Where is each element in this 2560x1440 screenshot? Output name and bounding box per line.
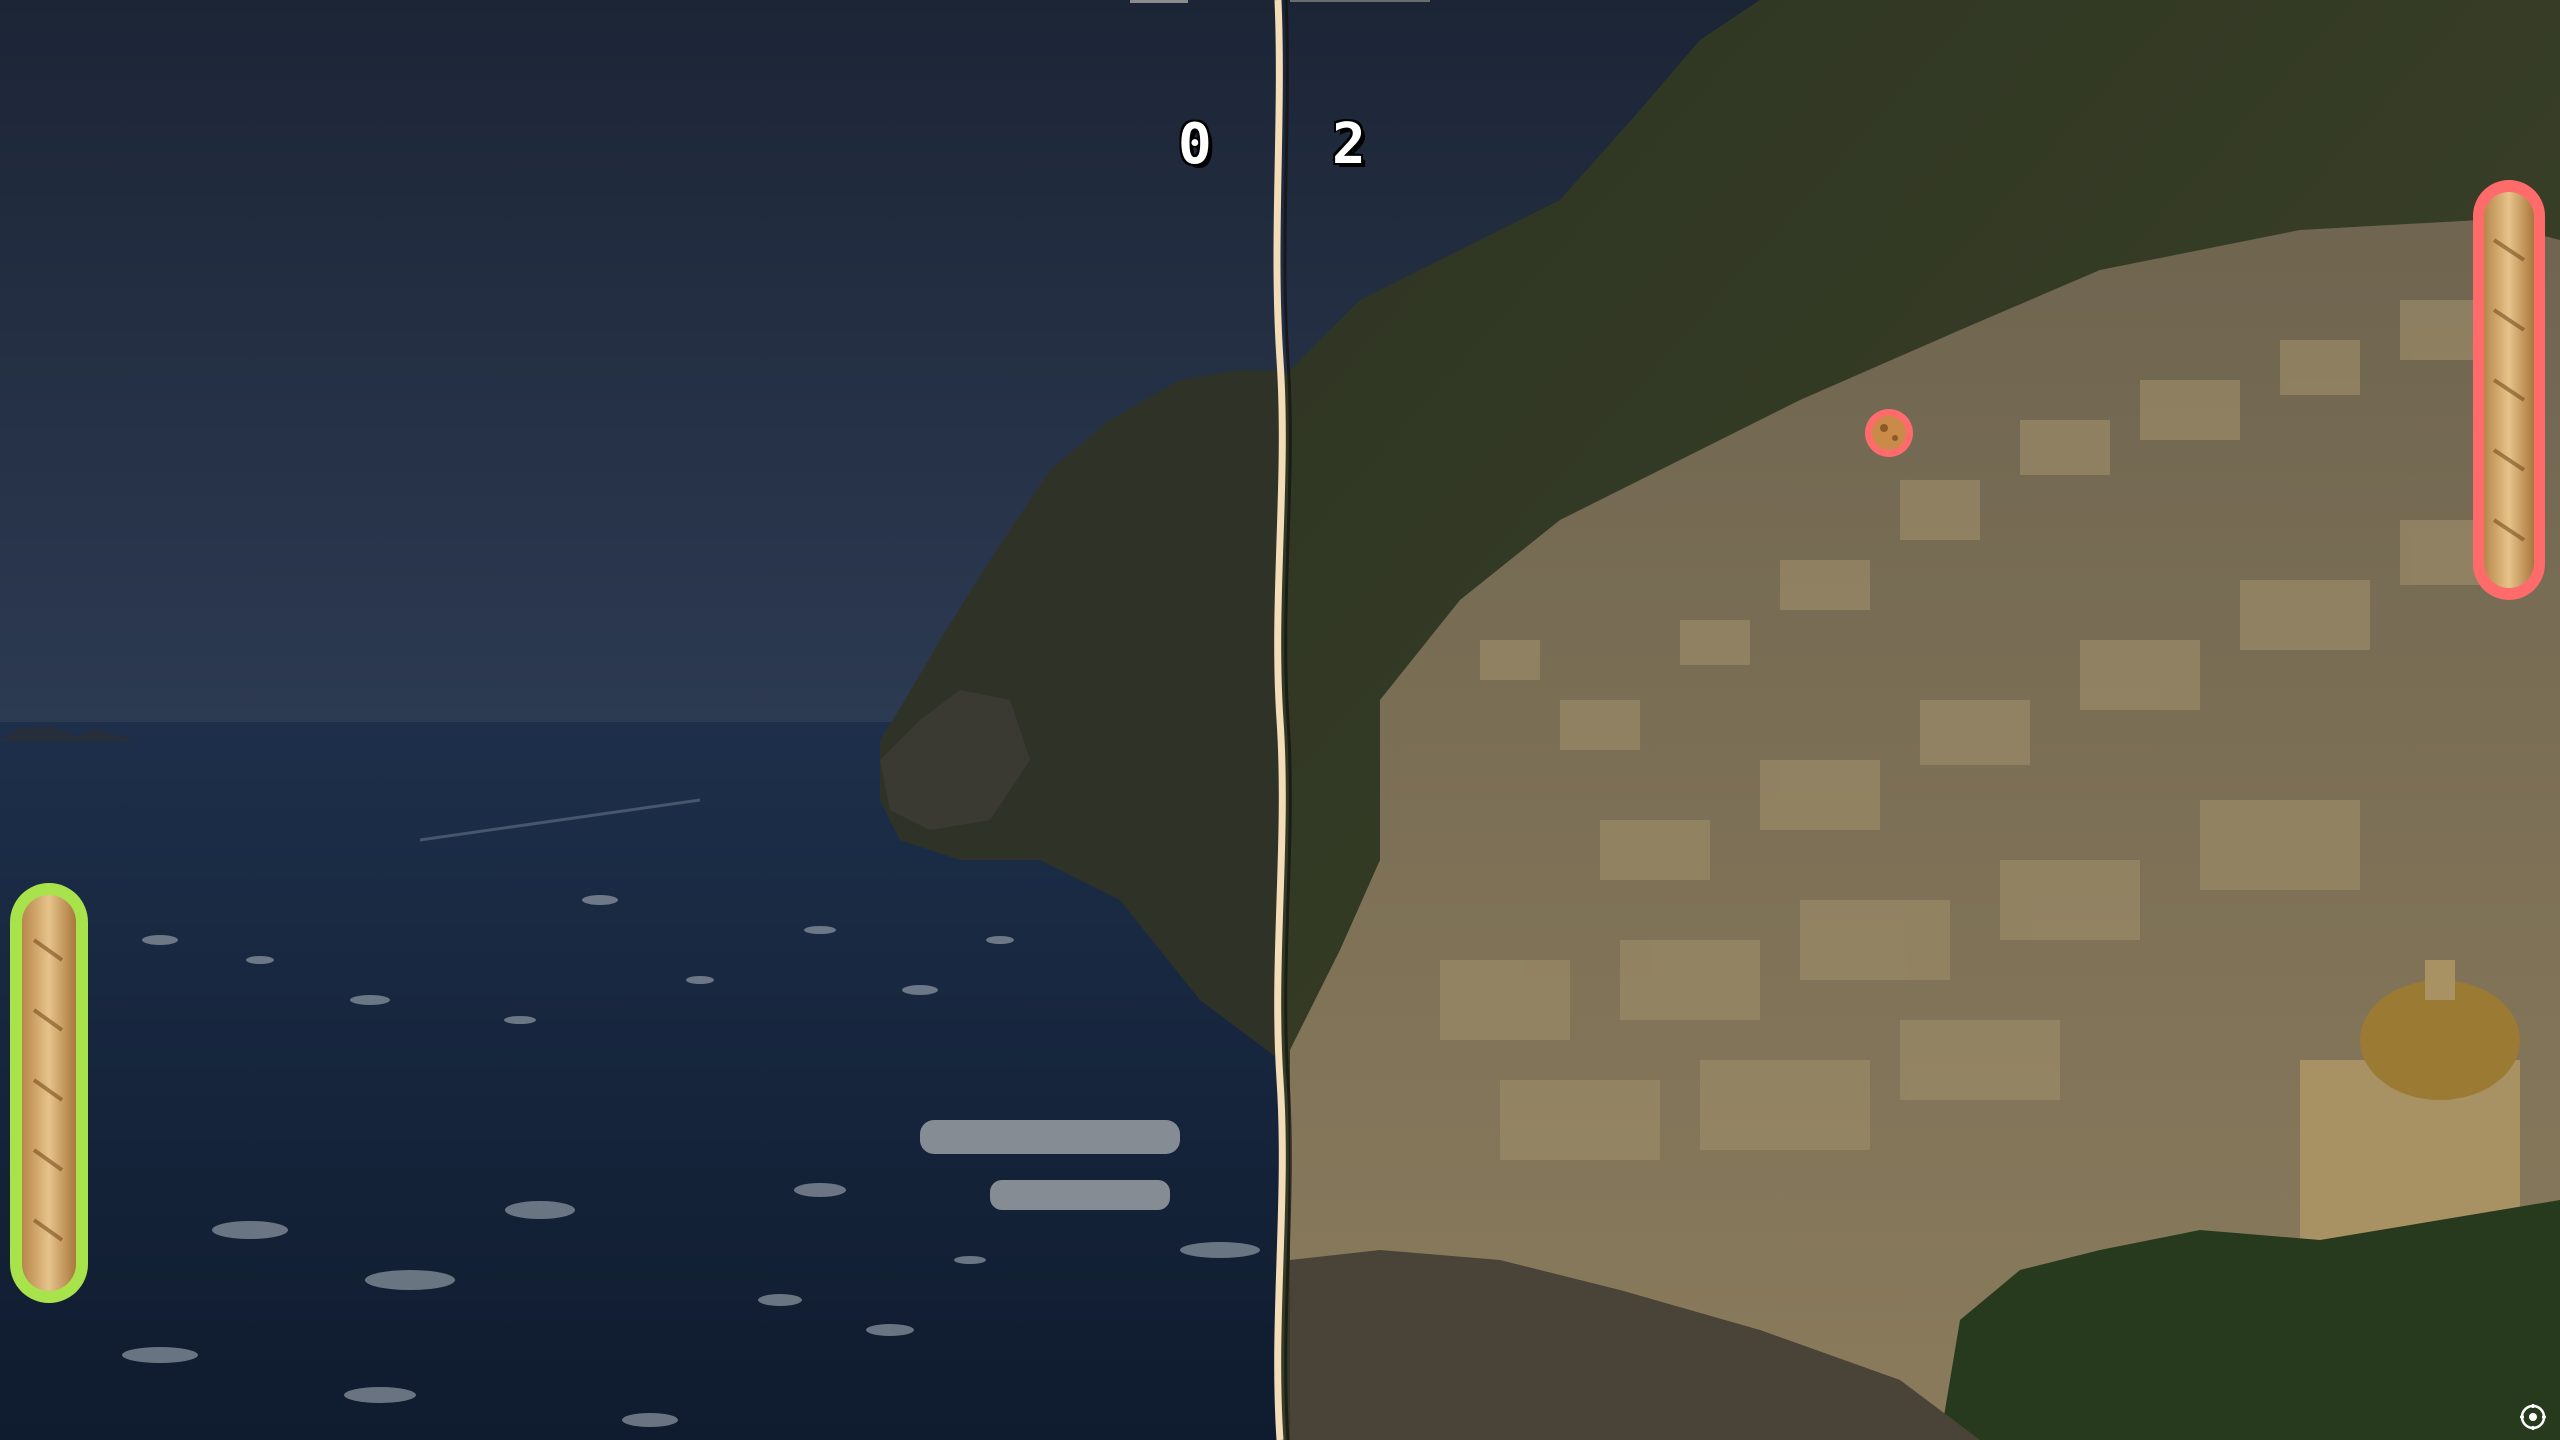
left-score: 0: [1178, 112, 1214, 177]
gear-icon: [2520, 1404, 2546, 1430]
right-paddle: [2473, 180, 2545, 600]
left-paddle: [10, 883, 88, 1303]
right-score: 2: [1332, 112, 1368, 177]
top-wall-left: [1130, 0, 1188, 3]
top-wall-right: [1290, 0, 1430, 2]
ball: [1865, 409, 1913, 457]
game-scene: [0, 0, 2560, 1440]
settings-button[interactable]: [2518, 1402, 2548, 1432]
